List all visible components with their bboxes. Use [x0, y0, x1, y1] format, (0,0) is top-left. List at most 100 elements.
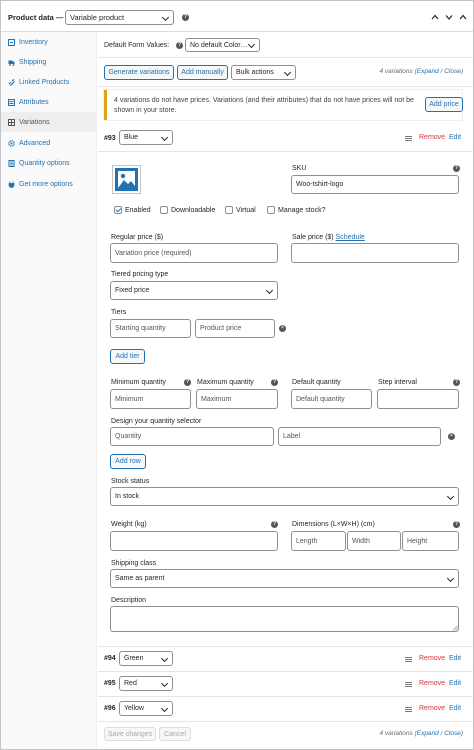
sidebar-item-get-more-options[interactable]: Get more options	[1, 174, 97, 194]
default-color-value: No default Color…	[190, 41, 248, 49]
regular-price-input[interactable]: Variation price (required)	[110, 243, 278, 263]
remove-variation-link[interactable]: Remove	[419, 134, 445, 141]
drag-handle-icon[interactable]	[405, 657, 412, 662]
save-changes-button[interactable]: Save changes	[104, 727, 156, 741]
generate-variations-button[interactable]: Generate variations	[104, 65, 174, 80]
default-quantity-input[interactable]: Default quantity	[291, 389, 372, 409]
help-icon[interactable]: ?	[182, 14, 189, 21]
missing-price-notice: 4 variations do not have prices. Variati…	[104, 90, 463, 120]
sku-input[interactable]: Woo-tshirt-logo	[291, 175, 459, 194]
help-icon[interactable]: ?	[271, 379, 278, 386]
toggle-panel-icon[interactable]	[459, 13, 467, 21]
remove-row-icon[interactable]: ×	[448, 433, 455, 440]
sidebar-item-label: Variations	[19, 118, 50, 126]
move-down-icon[interactable]	[445, 13, 453, 21]
help-icon[interactable]: ?	[176, 42, 183, 49]
sale-price-input[interactable]	[291, 243, 459, 263]
regular-price-label: Regular price ($)	[111, 234, 164, 241]
stock-status-select[interactable]: In stock	[110, 487, 459, 506]
remove-variation-link[interactable]: Remove	[419, 705, 445, 712]
variation-color-select[interactable]: Red	[119, 676, 173, 691]
expand-link[interactable]: Expand	[417, 730, 439, 737]
help-icon[interactable]: ?	[271, 521, 278, 528]
quantity-icon	[8, 159, 15, 167]
close-link[interactable]: Close	[444, 68, 461, 75]
variation-color-select[interactable]: Blue	[119, 130, 173, 145]
quantity-label-input[interactable]: Quantity	[110, 427, 274, 446]
drag-handle-icon[interactable]	[405, 707, 412, 712]
bulk-actions-select[interactable]: Bulk actions	[231, 65, 296, 80]
variation-image-placeholder[interactable]	[112, 165, 141, 194]
drag-handle-icon[interactable]	[405, 136, 412, 141]
min-quantity-input[interactable]: Minimum	[110, 389, 191, 409]
add-manually-button[interactable]: Add manually	[177, 65, 228, 80]
shipping-class-select[interactable]: Same as parent	[110, 569, 459, 588]
sidebar-item-linked-products[interactable]: Linked Products	[1, 72, 97, 92]
product-price-input[interactable]: Product price	[195, 319, 275, 338]
help-icon[interactable]: ?	[453, 521, 460, 528]
length-input[interactable]: Length	[291, 531, 346, 551]
sidebar-item-variations[interactable]: Variations	[1, 112, 97, 132]
tiered-pricing-label: Tiered pricing type	[111, 271, 169, 278]
move-up-icon[interactable]	[431, 13, 439, 21]
default-quantity-label: Default quantity	[292, 379, 341, 386]
help-icon[interactable]: ?	[184, 379, 191, 386]
sidebar-item-label: Shipping	[19, 58, 47, 66]
sidebar-item-shipping[interactable]: Shipping	[1, 52, 97, 72]
help-icon[interactable]: ?	[453, 165, 460, 172]
remove-variation-link[interactable]: Remove	[419, 680, 445, 687]
edit-variation-link[interactable]: Edit	[449, 134, 461, 141]
edit-variation-link[interactable]: Edit	[449, 680, 461, 687]
virtual-checkbox[interactable]	[225, 206, 233, 214]
sidebar-item-attributes[interactable]: Attributes	[1, 92, 97, 112]
panel-title: Product data —	[8, 13, 64, 22]
label-input[interactable]: Label	[278, 427, 441, 446]
downloadable-checkbox[interactable]	[160, 206, 168, 214]
variation-color-select[interactable]: Yellow	[119, 701, 173, 716]
tiered-pricing-select[interactable]: Fixed price	[110, 281, 278, 300]
manage-stock-checkbox[interactable]	[267, 206, 275, 214]
image-icon	[115, 168, 138, 191]
enabled-checkbox[interactable]	[114, 206, 122, 214]
edit-variation-link[interactable]: Edit	[449, 655, 461, 662]
sidebar-item-label: Inventory	[19, 38, 48, 46]
description-label: Description	[111, 597, 147, 604]
weight-input[interactable]	[110, 531, 278, 551]
default-form-label: Default Form Values:	[104, 42, 170, 49]
count-end: )	[460, 730, 463, 737]
bulk-actions-value: Bulk actions	[236, 69, 274, 76]
edit-variation-link[interactable]: Edit	[449, 705, 461, 712]
sidebar-item-inventory[interactable]: Inventory	[1, 32, 97, 52]
variation-color-value: Red	[124, 680, 137, 687]
cancel-button[interactable]: Cancel	[159, 727, 191, 741]
close-link[interactable]: Close	[444, 730, 461, 737]
max-quantity-input[interactable]: Maximum	[196, 389, 278, 409]
schedule-link[interactable]: Schedule	[336, 234, 365, 241]
divider	[98, 721, 473, 722]
height-input[interactable]: Height	[402, 531, 459, 551]
sale-price-label-wrap: Sale price ($) Schedule	[292, 234, 365, 241]
divider	[98, 86, 473, 87]
add-price-button[interactable]: Add price	[425, 97, 463, 112]
product-type-select[interactable]: Variable product	[65, 10, 174, 25]
add-row-button[interactable]: Add row	[110, 454, 146, 469]
default-color-select[interactable]: No default Color…	[185, 38, 260, 52]
description-textarea[interactable]	[110, 606, 459, 632]
drag-handle-icon[interactable]	[405, 682, 412, 687]
help-icon[interactable]: ?	[453, 379, 460, 386]
expand-link[interactable]: Expand	[417, 68, 439, 75]
variation-id: #96	[104, 705, 116, 712]
count-text: 4 variations (	[379, 730, 417, 737]
sidebar-item-quantity-options[interactable]: Quantity options	[1, 153, 97, 173]
width-input[interactable]: Width	[347, 531, 401, 551]
remove-tier-icon[interactable]: ×	[279, 325, 286, 332]
resize-handle-icon[interactable]	[452, 625, 458, 631]
add-tier-button[interactable]: Add tier	[110, 349, 145, 364]
variation-color-select[interactable]: Green	[119, 651, 173, 666]
starting-quantity-input[interactable]: Starting quantity	[110, 319, 191, 338]
remove-variation-link[interactable]: Remove	[419, 655, 445, 662]
product-type-value: Variable product	[70, 13, 125, 22]
divider	[98, 57, 473, 58]
step-interval-input[interactable]	[377, 389, 459, 409]
sidebar-item-advanced[interactable]: Advanced	[1, 133, 97, 153]
